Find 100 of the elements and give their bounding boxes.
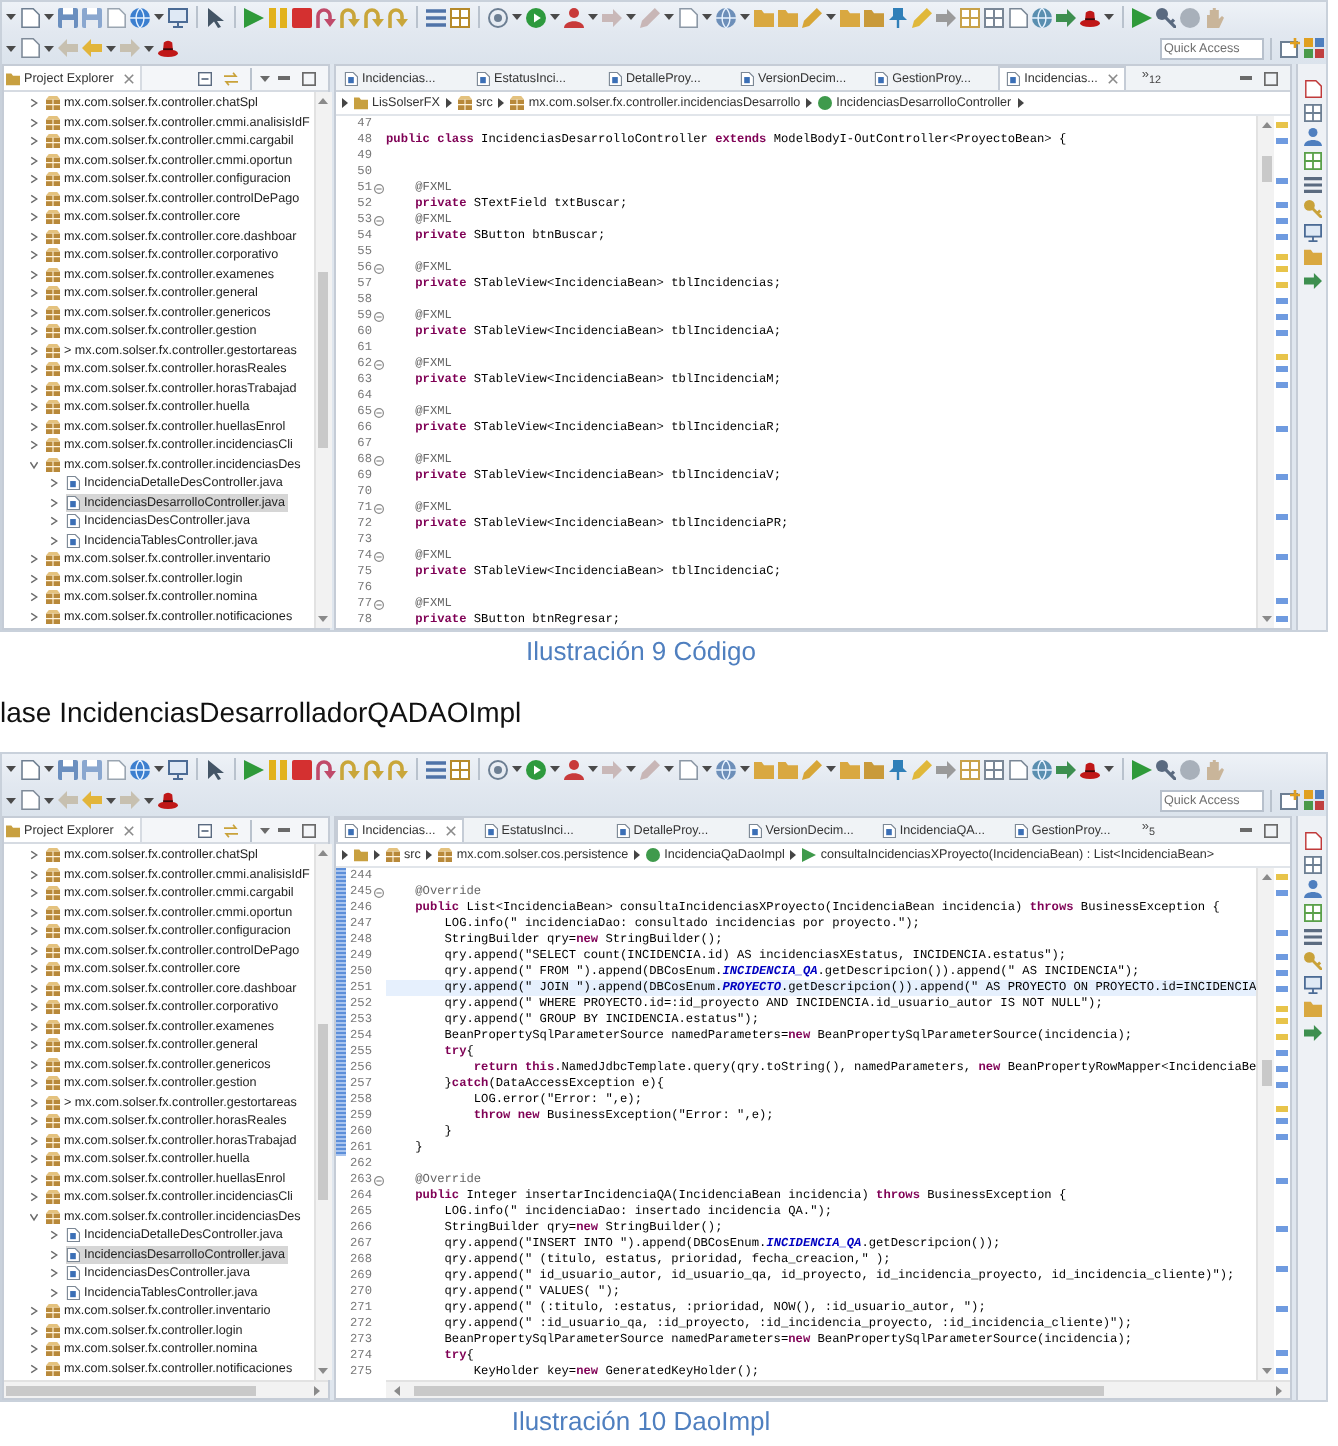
- chevron-right-icon[interactable]: [30, 155, 38, 166]
- caret-icon[interactable]: [6, 766, 16, 772]
- chevron-right-icon[interactable]: [30, 307, 38, 318]
- caret-icon[interactable]: [44, 797, 54, 803]
- vertical-scrollbar[interactable]: [1256, 116, 1274, 628]
- caret-icon[interactable]: [6, 45, 16, 51]
- chevron-right-icon[interactable]: [30, 1021, 38, 1032]
- arrow-right-icon[interactable]: [936, 7, 956, 27]
- maximize-icon[interactable]: [1264, 823, 1278, 837]
- caret-left-icon[interactable]: [394, 1385, 400, 1395]
- globe-icon[interactable]: [1032, 7, 1052, 27]
- chevron-right-icon[interactable]: [30, 907, 38, 918]
- key-icon[interactable]: [1303, 200, 1321, 218]
- target-icon[interactable]: [488, 759, 508, 779]
- caret-icon[interactable]: [588, 766, 598, 772]
- page-icon[interactable]: [106, 759, 126, 779]
- chevron-right-icon[interactable]: [30, 888, 38, 899]
- fold-minus-icon[interactable]: [374, 311, 384, 321]
- chevron-right-icon[interactable]: [50, 1230, 58, 1241]
- list-icon[interactable]: [426, 759, 446, 779]
- page-icon[interactable]: [106, 7, 126, 27]
- grid-icon[interactable]: [984, 759, 1004, 779]
- chevron-right-icon[interactable]: [30, 98, 38, 109]
- fold-minus-icon[interactable]: [374, 455, 384, 465]
- chevron-right-icon[interactable]: [30, 1059, 38, 1070]
- caret-down-icon[interactable]: [1261, 1368, 1271, 1374]
- caret-icon[interactable]: [1104, 14, 1114, 20]
- chevron-right-icon[interactable]: [30, 1078, 38, 1089]
- fold-minus-icon[interactable]: [374, 887, 384, 897]
- monitor-icon[interactable]: [168, 759, 188, 779]
- maximize-icon[interactable]: [302, 71, 316, 85]
- chevron-right-icon[interactable]: [30, 345, 38, 356]
- caret-icon[interactable]: [260, 75, 270, 81]
- caret-icon[interactable]: [154, 14, 164, 20]
- chevron-right-icon[interactable]: [50, 1268, 58, 1279]
- arrow-right-icon[interactable]: [1303, 272, 1321, 290]
- fold-minus-icon[interactable]: [374, 599, 384, 609]
- globe-icon[interactable]: [130, 7, 150, 27]
- chevron-right-icon[interactable]: [30, 1116, 38, 1127]
- arrows-icon[interactable]: [224, 823, 238, 837]
- page-icon[interactable]: [1008, 7, 1028, 27]
- caret-icon[interactable]: [740, 14, 750, 20]
- caret-icon[interactable]: [44, 45, 54, 51]
- arrow-right-icon[interactable]: [936, 759, 956, 779]
- caret-icon[interactable]: [44, 766, 54, 772]
- chevron-right-icon[interactable]: [30, 1135, 38, 1146]
- vertical-scrollbar[interactable]: [1256, 868, 1274, 1380]
- fold-minus-icon[interactable]: [374, 503, 384, 513]
- fold-minus-icon[interactable]: [374, 263, 384, 273]
- chevron-right-icon[interactable]: [50, 1249, 58, 1260]
- hat-icon[interactable]: [1080, 759, 1100, 779]
- maximize-icon[interactable]: [302, 823, 316, 837]
- person-icon[interactable]: [564, 7, 584, 27]
- maximize-icon[interactable]: [1264, 71, 1278, 85]
- chevron-right-icon[interactable]: [30, 212, 38, 223]
- horizontal-scrollbar[interactable]: [4, 1380, 328, 1398]
- list-icon[interactable]: [1303, 176, 1321, 194]
- close-icon[interactable]: [123, 73, 134, 83]
- grid-icon[interactable]: [1303, 152, 1321, 170]
- window-plus-icon[interactable]: [1280, 790, 1300, 810]
- arrow-right-icon[interactable]: [1303, 1024, 1321, 1042]
- grid-icon[interactable]: [960, 759, 980, 779]
- close-icon[interactable]: [1107, 74, 1118, 84]
- caret-icon[interactable]: [106, 797, 116, 803]
- grid-icon[interactable]: [960, 7, 980, 27]
- chevron-down-icon[interactable]: [30, 1211, 38, 1222]
- chevron-right-icon[interactable]: [30, 1363, 38, 1374]
- chevron-right-icon[interactable]: [30, 983, 38, 994]
- list-icon[interactable]: [426, 7, 446, 27]
- caret-icon[interactable]: [6, 797, 16, 803]
- minus-box-icon[interactable]: [198, 71, 212, 85]
- caret-icon[interactable]: [826, 14, 836, 20]
- caret-icon[interactable]: [1104, 766, 1114, 772]
- chevron-right-icon[interactable]: [30, 1040, 38, 1051]
- chevron-right-icon[interactable]: [30, 231, 38, 242]
- chevron-right-icon[interactable]: [30, 1192, 38, 1203]
- chevron-right-icon[interactable]: [30, 945, 38, 956]
- caret-up-icon[interactable]: [1261, 874, 1271, 880]
- key-icon[interactable]: [1156, 759, 1176, 779]
- chevron-right-icon[interactable]: [30, 1097, 38, 1108]
- chevron-right-icon[interactable]: [30, 421, 38, 432]
- caret-icon[interactable]: [550, 14, 560, 20]
- chevron-right-icon[interactable]: [30, 869, 38, 880]
- chevron-right-icon[interactable]: [50, 478, 58, 489]
- play-icon[interactable]: [244, 759, 264, 779]
- hat-icon[interactable]: [158, 38, 178, 58]
- play-icon[interactable]: [244, 7, 264, 27]
- fold-minus-icon[interactable]: [374, 407, 384, 417]
- stop-icon[interactable]: [292, 7, 312, 27]
- chevron-right-icon[interactable]: [30, 926, 38, 937]
- vertical-scrollbar[interactable]: [313, 92, 332, 628]
- chevron-right-icon[interactable]: [30, 850, 38, 861]
- page-icon[interactable]: [1303, 832, 1321, 850]
- monitor-icon[interactable]: [168, 7, 188, 27]
- chevron-down-icon[interactable]: [30, 459, 38, 470]
- cursor-icon[interactable]: [206, 7, 226, 27]
- grid-icon[interactable]: [450, 759, 470, 779]
- hat-icon[interactable]: [1080, 7, 1100, 27]
- list-icon[interactable]: [1303, 928, 1321, 946]
- scrollbar-thumb[interactable]: [414, 1385, 1104, 1395]
